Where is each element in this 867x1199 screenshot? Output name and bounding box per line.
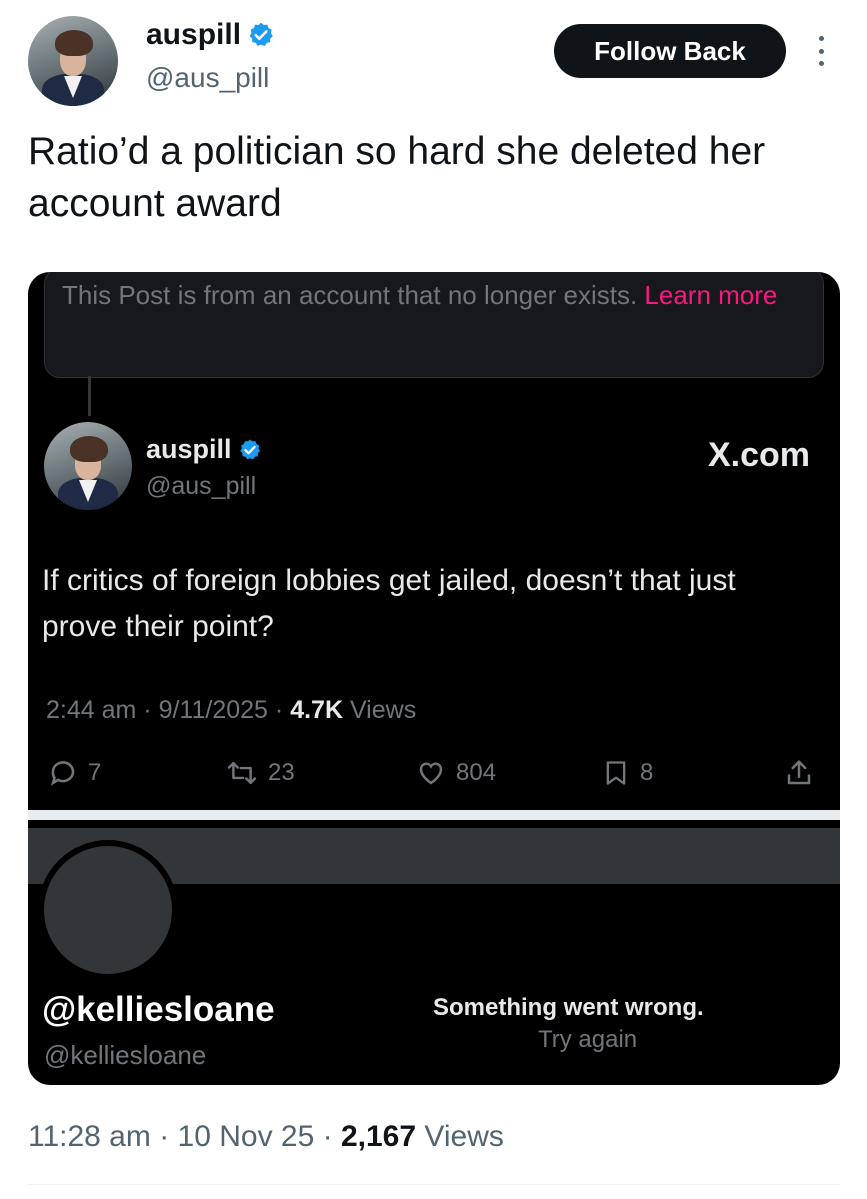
more-vertical-icon[interactable] xyxy=(815,36,827,66)
post-date: 10 Nov 25 xyxy=(177,1120,315,1153)
repost-icon xyxy=(227,761,257,785)
embedded-author-avatar[interactable] xyxy=(44,422,132,510)
embedded-name-row: auspill xyxy=(146,434,262,465)
error-message: Something went wrong. xyxy=(433,994,704,1021)
bookmark-icon xyxy=(606,761,626,785)
source-watermark: X.com xyxy=(707,436,810,474)
repost-count: 23 xyxy=(268,759,295,786)
embedded-author-name[interactable]: auspill xyxy=(146,434,232,465)
embedded-views-count: 4.7K xyxy=(290,696,343,724)
author-avatar[interactable] xyxy=(28,16,118,106)
card-divider xyxy=(28,810,840,820)
learn-more-link[interactable]: Learn more xyxy=(644,280,777,310)
post-time: 11:28 am xyxy=(28,1120,151,1153)
deleted-account-notice: This Post is from an account that no lon… xyxy=(44,272,824,378)
post-views-count: 2,167 xyxy=(340,1120,417,1153)
like-action[interactable]: 804 xyxy=(416,758,496,788)
embedded-post-image[interactable]: This Post is from an account that no lon… xyxy=(28,272,840,1085)
footer-divider xyxy=(28,1184,840,1185)
reply-icon xyxy=(50,761,75,786)
embedded-post-text: If critics of foreign lobbies get jailed… xyxy=(42,564,736,643)
embedded-author-handle[interactable]: @aus_pill xyxy=(146,472,256,501)
bookmark-action[interactable]: 8 xyxy=(602,758,653,788)
author-handle[interactable]: @aus_pill xyxy=(146,62,269,94)
embedded-views-label: Views xyxy=(349,696,417,724)
embedded-action-bar: 7 23 804 8 xyxy=(28,756,840,796)
post-text: Ratio’d a politician so hard she deleted… xyxy=(28,130,766,225)
bookmark-count: 8 xyxy=(640,759,654,786)
profile-avatar-placeholder xyxy=(38,840,178,980)
like-count: 804 xyxy=(456,759,497,786)
reply-action[interactable]: 7 xyxy=(48,758,101,788)
heart-icon xyxy=(419,762,443,785)
embedded-time: 2:44 am xyxy=(46,696,137,724)
verified-badge-icon xyxy=(239,439,260,459)
repost-action[interactable]: 23 xyxy=(226,758,295,788)
try-again-link[interactable]: Try again xyxy=(538,1026,637,1054)
profile-display-name[interactable]: @kelliesloane xyxy=(42,990,275,1030)
post-meta: 11:28 am · 10 Nov 25 · 2,167 Views xyxy=(28,1120,504,1153)
share-action[interactable] xyxy=(784,758,814,788)
notice-text: This Post is from an account that no lon… xyxy=(62,280,638,310)
embedded-post-meta: 2:44 am · 9/11/2025 · 4.7K Views xyxy=(46,696,417,724)
thread-connector-line xyxy=(88,376,91,416)
author-name[interactable]: auspill xyxy=(146,18,241,52)
follow-back-button[interactable]: Follow Back xyxy=(554,24,786,78)
embedded-date: 9/11/2025 xyxy=(158,696,268,724)
post-views-label: Views xyxy=(424,1120,504,1153)
share-icon xyxy=(787,760,811,785)
profile-handle[interactable]: @kelliesloane xyxy=(44,1040,206,1071)
author-name-row: auspill xyxy=(146,18,275,52)
reply-count: 7 xyxy=(88,759,102,786)
verified-badge-icon xyxy=(249,22,273,46)
